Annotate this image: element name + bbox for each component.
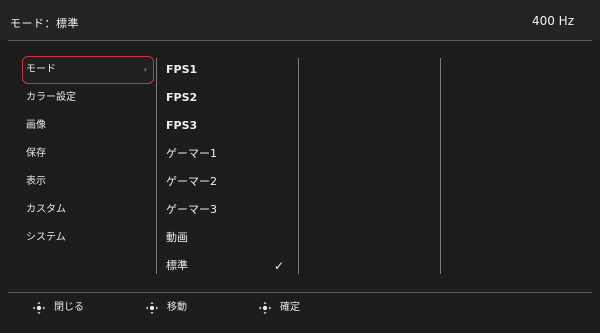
divider	[8, 40, 592, 41]
option-gamer1[interactable]: ゲーマー1	[166, 140, 296, 168]
hint-close-label: 閉じる	[54, 302, 84, 313]
option-standard[interactable]: 標準 ✓	[166, 252, 296, 280]
mode-title: モード：標準	[10, 17, 79, 30]
option-label: 標準	[166, 259, 188, 272]
menu-item-label: カスタム	[26, 204, 66, 215]
option-gamer3[interactable]: ゲーマー3	[166, 196, 296, 224]
chevron-right-icon: ›	[143, 65, 147, 74]
main-menu: モード › カラー設定 画像 保存 表示 カスタム システム	[22, 56, 154, 252]
option-label: ゲーマー1	[166, 147, 217, 160]
menu-item-display[interactable]: 表示	[22, 168, 154, 196]
refresh-rate: 400 Hz	[531, 14, 574, 28]
option-label: ゲーマー2	[166, 175, 217, 188]
menu-item-label: 保存	[26, 148, 46, 159]
hint-move-label: 移動	[167, 302, 187, 313]
option-gamer2[interactable]: ゲーマー2	[166, 168, 296, 196]
column-divider	[440, 58, 441, 274]
menu-item-label: 表示	[26, 176, 46, 187]
menu-item-image[interactable]: 画像	[22, 112, 154, 140]
checkmark-icon: ✓	[274, 259, 285, 273]
menu-item-color-settings[interactable]: カラー設定	[22, 84, 154, 112]
menu-item-label: 画像	[26, 120, 46, 131]
column-divider	[298, 58, 299, 274]
joystick-icon	[258, 301, 272, 315]
menu-item-label: モード	[26, 64, 56, 75]
option-label: FPS1	[166, 63, 198, 76]
menu-item-label: カラー設定	[26, 92, 76, 103]
menu-item-system[interactable]: システム	[22, 224, 154, 252]
menu-item-save[interactable]: 保存	[22, 140, 154, 168]
menu-item-custom[interactable]: カスタム	[22, 196, 154, 224]
monitor-osd: モード：標準 400 Hz モード › カラー設定 画像 保存 表示 カスタム …	[0, 0, 600, 333]
column-divider	[156, 58, 157, 274]
menu-item-mode[interactable]: モード ›	[22, 56, 154, 84]
joystick-icon	[32, 301, 46, 315]
option-label: FPS2	[166, 91, 198, 104]
option-label: FPS3	[166, 119, 198, 132]
option-label: 動画	[166, 231, 188, 244]
option-movie[interactable]: 動画	[166, 224, 296, 252]
option-fps3[interactable]: FPS3	[166, 112, 296, 140]
joystick-icon	[145, 301, 159, 315]
option-fps1[interactable]: FPS1	[166, 56, 296, 84]
osd-footer: 閉じる 移動 確定	[0, 293, 600, 333]
hint-confirm-label: 確定	[280, 302, 300, 313]
option-fps2[interactable]: FPS2	[166, 84, 296, 112]
menu-item-label: システム	[26, 232, 66, 243]
option-label: ゲーマー3	[166, 203, 217, 216]
osd-header: モード：標準 400 Hz	[0, 0, 600, 40]
mode-options: FPS1 FPS2 FPS3 ゲーマー1 ゲーマー2 ゲーマー3 動画 標準 ✓	[166, 56, 296, 280]
